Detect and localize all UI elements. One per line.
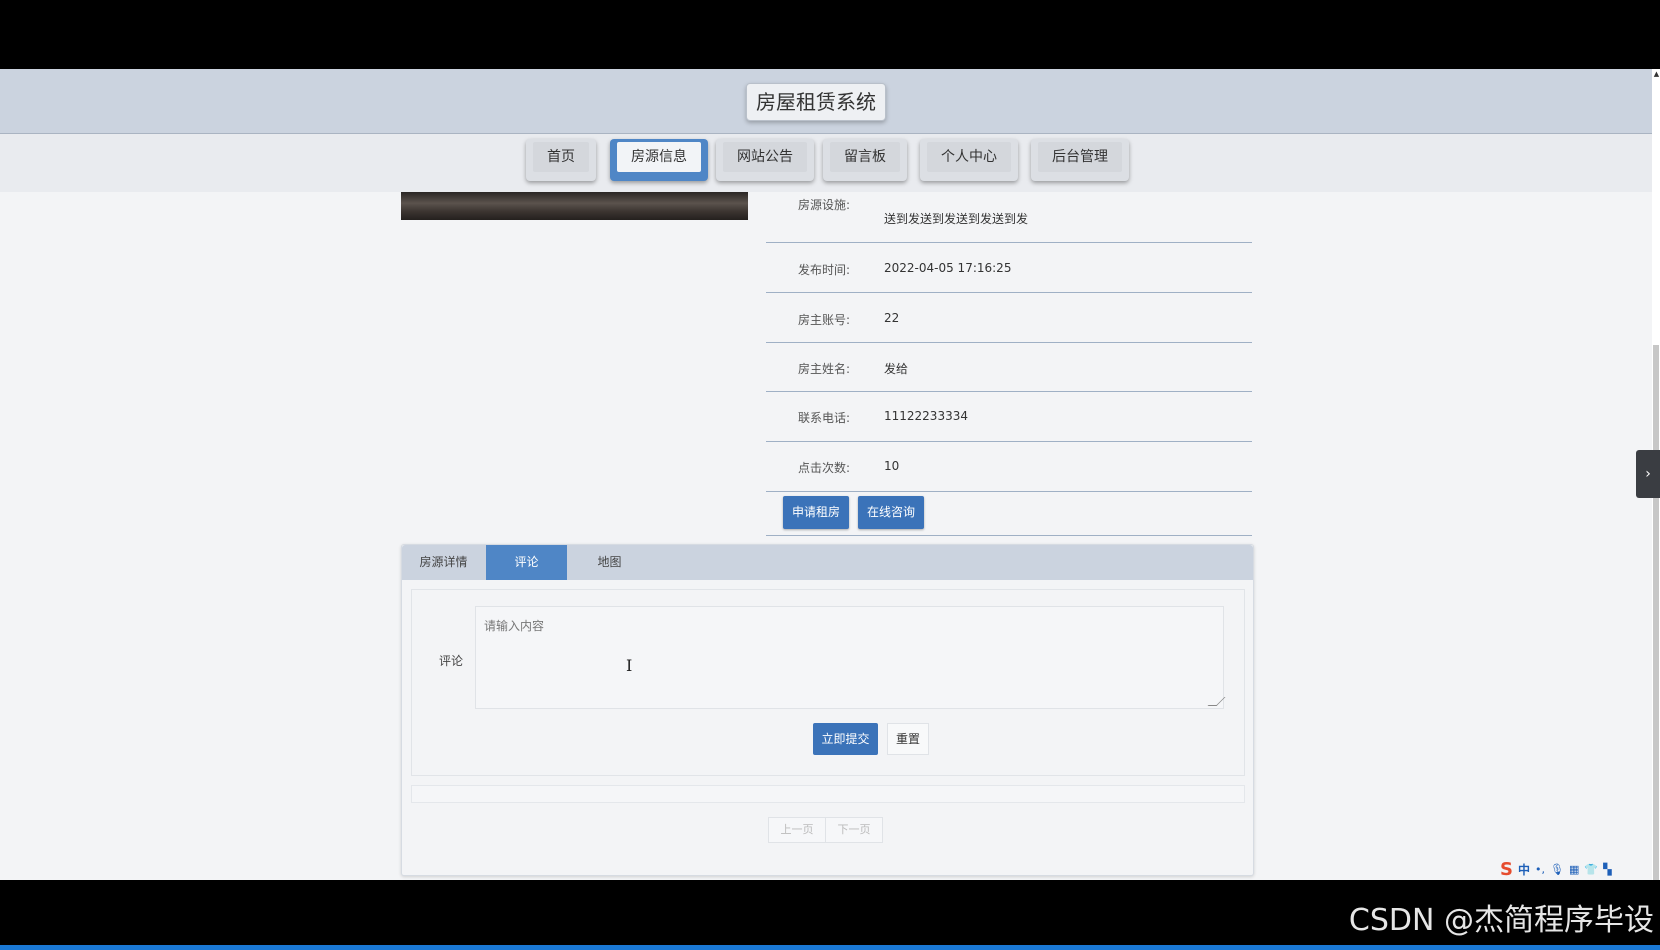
nav-item-label: 房源信息 <box>617 142 701 172</box>
tab-map[interactable]: 地图 <box>569 545 650 580</box>
nav-item-label: 网站公告 <box>723 142 807 172</box>
text-cursor-icon: I <box>626 656 633 675</box>
keyboard-icon[interactable]: ▦ <box>1569 863 1579 876</box>
comment-label: 评论 <box>439 654 464 668</box>
microphone-icon[interactable]: 🎙 <box>1550 863 1564 876</box>
ime-mode-indicator[interactable]: 中 <box>1518 861 1530 878</box>
online-consult-button[interactable]: 在线咨询 <box>858 496 925 529</box>
grid-menu-icon[interactable]: ▚ <box>1603 863 1611 876</box>
site-title: 房屋租赁系统 <box>746 83 886 121</box>
detail-label: 房源设施: <box>798 198 851 212</box>
detail-actions-row: 申请租房 在线咨询 <box>766 492 1252 536</box>
submit-button[interactable]: 立即提交 <box>813 723 878 755</box>
detail-value: 22 <box>884 311 900 325</box>
detail-value: 送到发送到发送到发送到发 <box>884 212 1029 226</box>
tab-house-details[interactable]: 房源详情 <box>402 545 485 580</box>
house-photo <box>401 192 748 220</box>
detail-label: 联系电话: <box>798 411 851 425</box>
detail-row-facilities: 房源设施: 送到发送到发送到发送到发 <box>766 190 1252 243</box>
nav-item-label: 后台管理 <box>1038 142 1122 172</box>
detail-label: 点击次数: <box>798 461 851 475</box>
detail-label: 房主账号: <box>798 313 851 327</box>
detail-value: 11122233334 <box>884 409 968 423</box>
chevron-right-icon[interactable]: › <box>1636 450 1660 498</box>
nav-item-home[interactable]: 首页 <box>526 139 596 181</box>
nav-item-admin[interactable]: 后台管理 <box>1031 139 1129 181</box>
detail-value: 10 <box>884 459 900 473</box>
nav-item-label: 个人中心 <box>927 142 1011 172</box>
detail-row-click-count: 点击次数: 10 <box>766 442 1252 492</box>
bottom-progress-bar <box>0 945 1660 950</box>
comment-list <box>411 785 1245 803</box>
detail-value: 2022-04-05 17:16:25 <box>884 261 1012 275</box>
detail-label: 房主姓名: <box>798 362 851 376</box>
punctuation-icon[interactable]: •, <box>1535 863 1545 876</box>
prev-page-button[interactable]: 上一页 <box>768 817 826 843</box>
reset-button[interactable]: 重置 <box>887 723 929 755</box>
next-page-button[interactable]: 下一页 <box>825 817 883 843</box>
comment-textarea[interactable]: 请输入内容 <box>475 606 1226 709</box>
detail-tabs-panel: 房源详情 评论 地图 评论 请输入内容 I 立即提交 重置 上一页 下一页 <box>401 544 1254 876</box>
site-header: 房屋租赁系统 <box>0 69 1652 134</box>
scroll-up-arrow-icon[interactable]: ▲ <box>1653 69 1660 79</box>
resize-handle-icon[interactable] <box>1207 697 1226 706</box>
scrollbar-thumb[interactable] <box>1653 345 1659 880</box>
detail-label: 发布时间: <box>798 263 851 277</box>
comment-form: 评论 请输入内容 I 立即提交 重置 <box>411 589 1245 776</box>
sogou-logo-icon: S <box>1500 858 1513 880</box>
detail-value: 发给 <box>884 362 909 376</box>
nav-item-label: 首页 <box>533 142 589 172</box>
detail-row-phone: 联系电话: 11122233334 <box>766 392 1252 442</box>
detail-row-owner-name: 房主姓名: 发给 <box>766 343 1252 392</box>
detail-row-publish-time: 发布时间: 2022-04-05 17:16:25 <box>766 243 1252 293</box>
detail-row-owner-account: 房主账号: 22 <box>766 293 1252 343</box>
comment-placeholder: 请输入内容 <box>484 619 545 633</box>
csdn-watermark: CSDN @杰简程序毕设 <box>1348 903 1654 938</box>
nav-item-user-center[interactable]: 个人中心 <box>920 139 1018 181</box>
main-nav: 首页 房源信息 网站公告 留言板 个人中心 后台管理 <box>0 134 1652 192</box>
nav-item-label: 留言板 <box>830 142 900 172</box>
skin-icon[interactable]: 👕 <box>1584 863 1598 876</box>
nav-item-message-board[interactable]: 留言板 <box>823 139 907 181</box>
browser-viewport: 房屋租赁系统 首页 房源信息 网站公告 留言板 个人中心 后台管理 房源设施: … <box>0 69 1652 880</box>
nav-item-announcements[interactable]: 网站公告 <box>716 139 814 181</box>
tab-comments[interactable]: 评论 <box>486 545 567 580</box>
apply-rent-button[interactable]: 申请租房 <box>783 496 850 529</box>
ime-toolbar: S 中 •, 🎙 ▦ 👕 ▚ <box>1500 858 1612 880</box>
tab-bar: 房源详情 评论 地图 <box>402 545 1253 580</box>
nav-item-listings[interactable]: 房源信息 <box>610 139 708 181</box>
